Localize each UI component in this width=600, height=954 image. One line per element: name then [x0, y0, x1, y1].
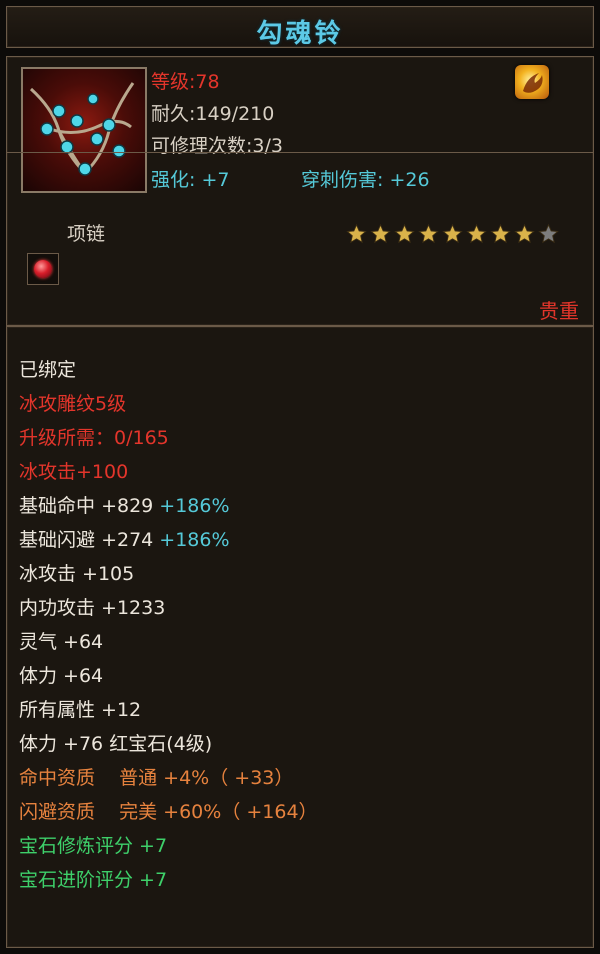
base-dodge-line: 基础闪避 +274 +186% [19, 525, 230, 552]
dodge-quality-line: 闪避资质 完美 +60%（ +164） [19, 797, 318, 824]
item-detail-panel: 已绑定 冰攻雕纹5级 升级所需：0/165 冰攻击+100 基础命中 +829 … [6, 326, 594, 948]
hit-quality-label: 命中资质 [19, 767, 96, 789]
dodge-quality-label: 闪避资质 [19, 801, 96, 823]
base-dodge-label: 基础闪避 [19, 529, 96, 551]
pierce-label: 穿刺伤害: [301, 169, 384, 191]
engrave-level: 冰攻雕纹5级 [19, 393, 127, 415]
star-filled-icon [346, 223, 367, 244]
base-hit-pct: +186% [159, 495, 230, 517]
hit-quality-value: +4%（ +33） [163, 767, 294, 789]
gem-refine-score: 宝石修炼评分 +7 [19, 835, 168, 857]
rarity-label: 贵重 [539, 299, 579, 323]
title-bar: 勾魂铃 [6, 6, 594, 49]
base-hit-line: 基础命中 +829 +186% [19, 491, 230, 518]
item-info-panel: 等级:78 耐久:149/210 可修理次数:3/3 强化: +7 穿刺伤害: … [6, 56, 594, 326]
item-type: 项链 [67, 223, 106, 245]
dodge-quality-value: +60%（ +164） [163, 801, 318, 823]
hit-quality-line: 命中资质 普通 +4%（ +33） [19, 763, 293, 790]
engrave-bonus: 冰攻击+100 [19, 461, 129, 483]
dodge-quality-grade: 完美 [119, 801, 158, 823]
star-rating [345, 223, 560, 245]
gem-line: 体力 +76 红宝石(4级) [19, 729, 212, 756]
gem-stat: 体力 +76 [19, 733, 104, 755]
level-label: 等级: [151, 71, 196, 93]
star-filled-icon [394, 223, 415, 244]
star-filled-icon [442, 223, 463, 244]
hit-quality-grade: 普通 [119, 767, 158, 789]
stamina: 体力 +64 [19, 665, 104, 687]
base-dodge-pct: +186% [159, 529, 230, 551]
inner-attack: 内功攻击 +1233 [19, 597, 166, 619]
enhance-line: 强化: +7 [151, 165, 229, 192]
level-value: 78 [195, 71, 220, 93]
bound-status: 已绑定 [19, 359, 77, 381]
red-gem-icon [34, 260, 52, 278]
flame-emblem-icon [515, 65, 549, 99]
pierce-value: +26 [389, 169, 430, 191]
star-filled-icon [370, 223, 391, 244]
enhance-label: 强化: [151, 169, 196, 191]
star-empty-icon [538, 223, 559, 244]
ice-attack: 冰攻击 +105 [19, 563, 135, 585]
spirit: 灵气 +64 [19, 631, 104, 653]
star-filled-icon [466, 223, 487, 244]
base-hit-value: +829 [101, 495, 154, 517]
star-filled-icon [490, 223, 511, 244]
level-line: 等级:78 [151, 67, 220, 94]
star-filled-icon [418, 223, 439, 244]
gem-slot[interactable] [27, 253, 59, 285]
all-attributes: 所有属性 +12 [19, 699, 142, 721]
gem-advance-score: 宝石进阶评分 +7 [19, 869, 168, 891]
enhance-value: +7 [201, 169, 230, 191]
star-filled-icon [514, 223, 535, 244]
upgrade-requirement: 升级所需：0/165 [19, 427, 169, 449]
base-dodge-value: +274 [101, 529, 154, 551]
item-title: 勾魂铃 [256, 19, 344, 49]
necklace-chain-icon [21, 67, 147, 193]
gem-name: 红宝石(4级) [109, 733, 213, 755]
base-hit-label: 基础命中 [19, 495, 96, 517]
repair-count: 可修理次数:3/3 [151, 135, 283, 157]
pierce-line: 穿刺伤害: +26 [301, 165, 430, 192]
divider-top [6, 152, 594, 153]
durability: 耐久:149/210 [151, 103, 275, 125]
